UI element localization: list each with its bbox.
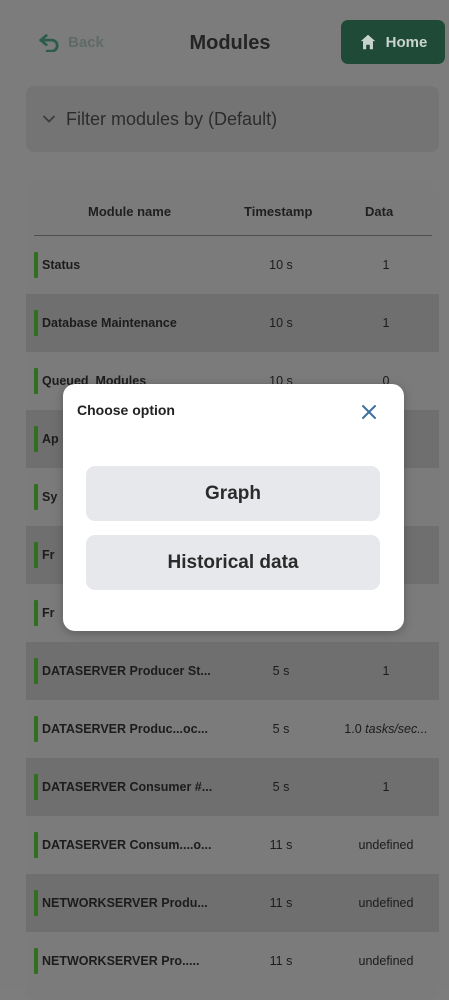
module-name: DATASERVER Consum....o... — [42, 838, 212, 852]
module-data: 1 — [382, 258, 390, 272]
status-indicator — [34, 368, 38, 394]
module-name: NETWORKSERVER Pro..... — [42, 954, 200, 968]
module-data-value: 1.0 — [344, 722, 366, 736]
historical-data-button[interactable]: Historical data — [86, 535, 380, 590]
graph-button[interactable]: Graph — [86, 466, 380, 521]
table-row[interactable]: DATASERVER Produc...oc... 5 s 1.0 tasks/… — [26, 700, 439, 758]
module-timestamp: 10 s — [269, 258, 293, 272]
table-row[interactable]: Database Maintenance 10 s 1 — [26, 294, 439, 352]
module-data: 1 — [382, 664, 390, 678]
module-data: 1.0 tasks/sec... — [336, 700, 436, 758]
chevron-down-icon — [43, 115, 55, 123]
status-indicator — [34, 948, 38, 974]
module-name: DATASERVER Consumer #... — [42, 780, 213, 794]
status-indicator — [34, 310, 38, 336]
back-arrow-icon — [39, 34, 59, 52]
module-data: undefined — [358, 954, 414, 968]
status-indicator — [34, 658, 38, 684]
table-row[interactable]: DATASERVER Producer St... 5 s 1 — [26, 642, 439, 700]
home-icon — [360, 34, 375, 50]
module-data: 1 — [382, 780, 390, 794]
column-header-data: Data — [365, 204, 394, 219]
table-row[interactable]: DATASERVER Consum....o... 11 s undefined — [26, 816, 439, 874]
table-row[interactable]: NETWORKSERVER Produ... 11 s undefined — [26, 874, 439, 932]
back-button[interactable]: Back — [38, 28, 104, 56]
module-name: Status — [42, 258, 81, 272]
module-data: undefined — [358, 838, 414, 852]
module-data: undefined — [358, 896, 414, 910]
status-indicator — [34, 600, 38, 626]
status-indicator — [34, 542, 38, 568]
page-title: Modules — [189, 32, 271, 54]
status-indicator — [34, 716, 38, 742]
header: Back Modules Home — [0, 0, 449, 78]
table-row[interactable]: Status 10 s 1 — [26, 236, 439, 294]
table-row[interactable]: NETWORKSERVER Pro..... 11 s undefined — [26, 932, 439, 990]
status-indicator — [34, 832, 38, 858]
table-header: Module name Timestamp Data — [26, 180, 439, 236]
module-name: DATASERVER Producer St... — [42, 664, 211, 678]
page: Back Modules Home Filter modules by (Def… — [0, 0, 449, 1000]
module-timestamp: 5 s — [272, 780, 290, 794]
module-timestamp: 11 s — [269, 954, 293, 968]
module-name: DATASERVER Produc...oc... — [42, 722, 208, 736]
home-label: Home — [385, 33, 428, 51]
status-indicator — [34, 774, 38, 800]
filter-label: Filter modules by (Default) — [66, 108, 278, 129]
column-header-timestamp: Timestamp — [244, 204, 313, 219]
module-data-unit: tasks/sec... — [365, 722, 428, 736]
module-name: Database Maintenance — [42, 316, 177, 330]
choose-option-modal: Choose option Graph Historical data — [63, 384, 404, 631]
status-indicator — [34, 252, 38, 278]
module-timestamp: 11 s — [269, 838, 293, 852]
home-button[interactable]: Home — [341, 20, 445, 64]
modal-title: Choose option — [77, 402, 175, 418]
status-indicator — [34, 890, 38, 916]
filter-dropdown[interactable]: Filter modules by (Default) — [26, 86, 439, 152]
table-row[interactable]: DATASERVER Consumer #... 5 s 1 — [26, 758, 439, 816]
status-indicator — [34, 426, 38, 452]
back-label: Back — [68, 33, 104, 51]
module-data: 1 — [382, 316, 390, 330]
column-header-module-name: Module name — [88, 204, 172, 219]
module-name: NETWORKSERVER Produ... — [42, 896, 208, 910]
close-icon[interactable] — [357, 400, 381, 424]
status-indicator — [34, 484, 38, 510]
module-timestamp: 5 s — [272, 664, 290, 678]
module-timestamp: 5 s — [272, 722, 290, 736]
module-timestamp: 10 s — [269, 316, 293, 330]
module-timestamp: 11 s — [269, 896, 293, 910]
